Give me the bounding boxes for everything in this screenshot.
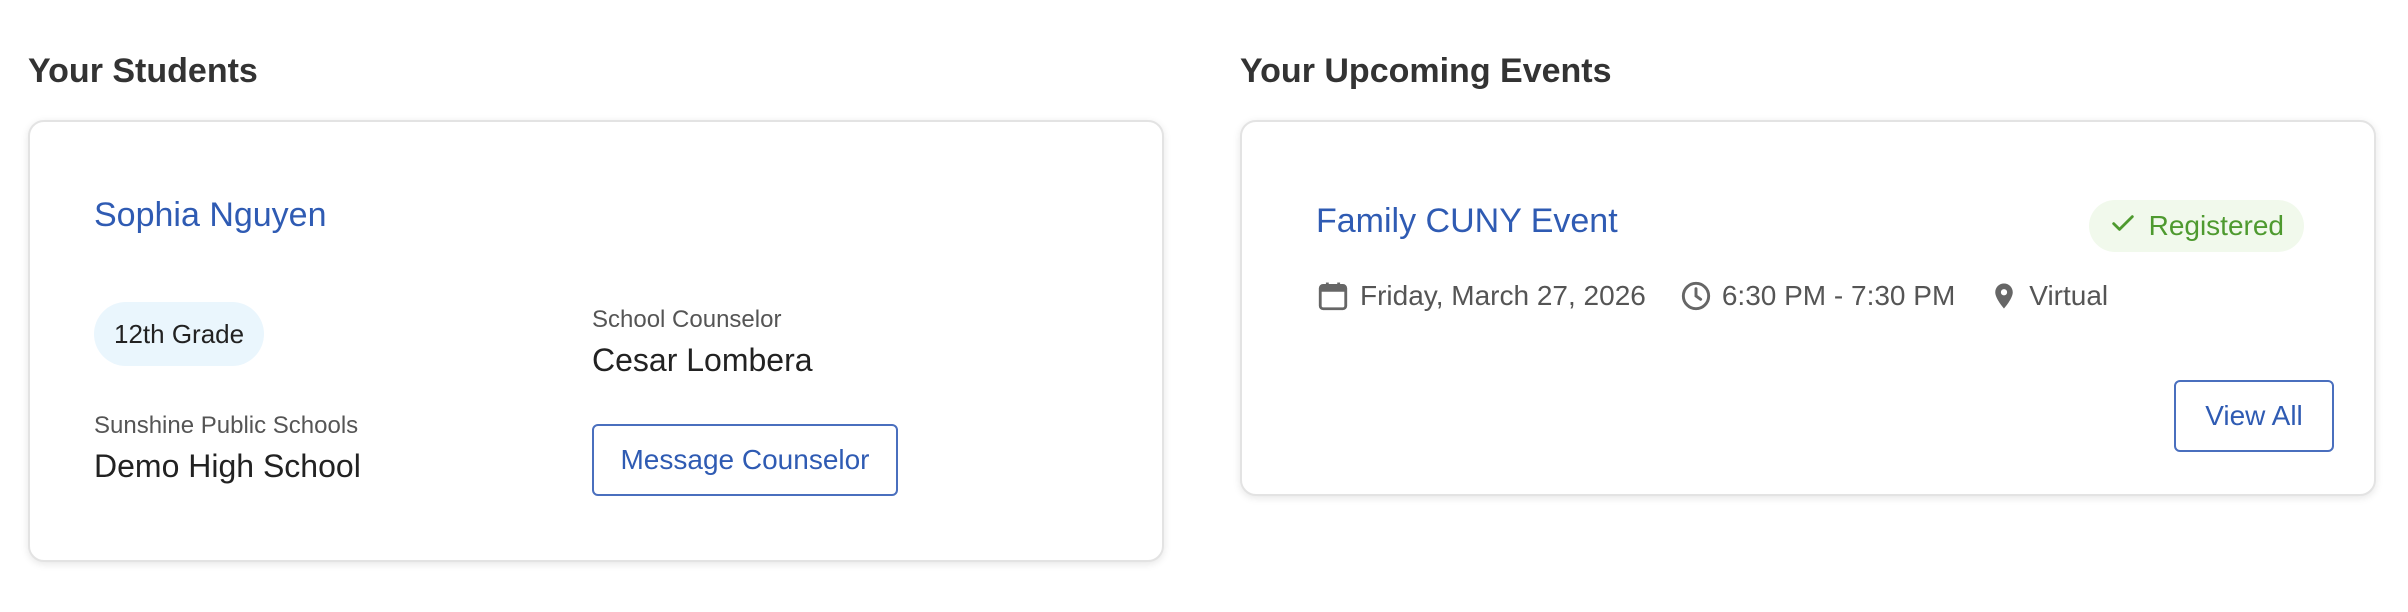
- events-section: Your Upcoming Events Family CUNY Event R…: [1240, 0, 2376, 612]
- school-name: Demo High School: [94, 448, 361, 484]
- check-icon: [2109, 209, 2137, 244]
- event-card: Family CUNY Event Registered Friday, Mar…: [1240, 120, 2376, 496]
- counselor-name: Cesar Lombera: [592, 342, 813, 378]
- view-all-button[interactable]: View All: [2174, 380, 2334, 452]
- event-location-text: Virtual: [2029, 280, 2109, 311]
- event-time: 6:30 PM - 7:30 PM: [1680, 280, 1955, 312]
- counselor-label: School Counselor: [592, 306, 782, 333]
- registered-badge-label: Registered: [2148, 210, 2284, 241]
- event-meta-row: Friday, March 27, 2026 6:30 PM - 7:30 PM…: [1316, 278, 2142, 314]
- student-card: Sophia Nguyen 12th Grade Sunshine Public…: [28, 120, 1164, 562]
- event-date-text: Friday, March 27, 2026: [1360, 280, 1646, 311]
- student-name-link[interactable]: Sophia Nguyen: [94, 196, 327, 235]
- registered-badge: Registered: [2088, 200, 2304, 252]
- message-counselor-button[interactable]: Message Counselor: [592, 424, 898, 496]
- events-section-title: Your Upcoming Events: [1240, 52, 1612, 90]
- school-district-label: Sunshine Public Schools: [94, 412, 359, 439]
- event-date: Friday, March 27, 2026: [1316, 278, 1646, 314]
- event-location: Virtual: [1989, 279, 2108, 313]
- students-section: Your Students Sophia Nguyen 12th Grade S…: [28, 0, 1164, 612]
- location-pin-icon: [1989, 279, 2019, 313]
- grade-chip: 12th Grade: [94, 302, 265, 366]
- event-time-text: 6:30 PM - 7:30 PM: [1721, 280, 1956, 311]
- clock-icon: [1680, 280, 1712, 312]
- event-name-link[interactable]: Family CUNY Event: [1316, 202, 1618, 241]
- students-section-title: Your Students: [28, 52, 258, 90]
- calendar-icon: [1316, 278, 1350, 314]
